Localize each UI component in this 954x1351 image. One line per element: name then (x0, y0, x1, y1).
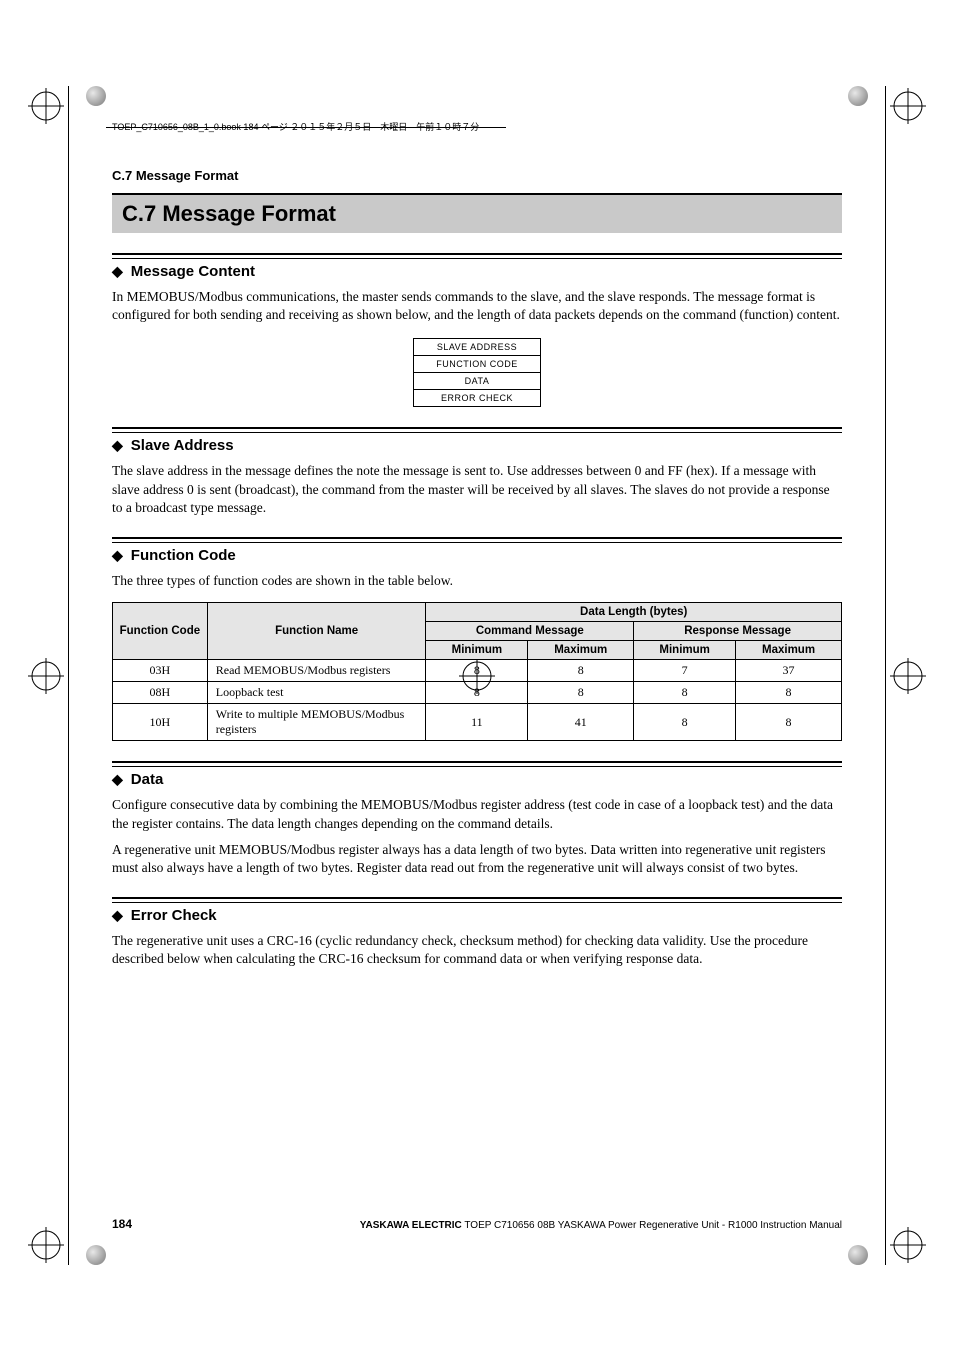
body-text: Configure consecutive data by combining … (112, 796, 842, 832)
cell-cmax: 8 (528, 660, 634, 682)
section-title: C.7 Message Format (112, 193, 842, 233)
subsection-data: ◆ Data Configure consecutive data by com… (112, 761, 842, 877)
crop-ball-icon (848, 1245, 868, 1265)
subsection-heading: ◆ Data (112, 771, 842, 788)
body-text: The slave address in the message defines… (112, 462, 842, 517)
cell-rmax: 8 (736, 704, 842, 741)
th-function-code: Function Code (113, 603, 208, 660)
message-format-table: SLAVE ADDRESS FUNCTION CODE DATA ERROR C… (413, 338, 541, 407)
table-row: 03H Read MEMOBUS/Modbus registers 8 8 7 … (113, 660, 842, 682)
footer-text: YASKAWA ELECTRIC TOEP C710656 08B YASKAW… (360, 1220, 842, 1231)
subsection-title: Data (131, 771, 164, 788)
cell-cmin: 8 (426, 682, 528, 704)
page-footer: 184 YASKAWA ELECTRIC TOEP C710656 08B YA… (112, 1217, 842, 1231)
th-minimum: Minimum (634, 641, 736, 660)
subsection-title: Error Check (131, 907, 217, 924)
subsection-function-code: ◆ Function Code The three types of funct… (112, 537, 842, 741)
crop-mark-icon (890, 88, 926, 124)
format-row: ERROR CHECK (414, 390, 541, 407)
diamond-icon: ◆ (112, 771, 123, 788)
cell-cmin: 8 (426, 660, 528, 682)
body-text: A regenerative unit MEMOBUS/Modbus regis… (112, 841, 842, 877)
subsection-title: Message Content (131, 263, 255, 280)
cell-name: Read MEMOBUS/Modbus registers (207, 660, 426, 682)
rule-divider (112, 537, 842, 543)
th-response-message: Response Message (634, 622, 842, 641)
body-text: The three types of function codes are sh… (112, 572, 842, 590)
cell-rmax: 37 (736, 660, 842, 682)
subsection-heading: ◆ Slave Address (112, 437, 842, 454)
rule-divider (112, 427, 842, 433)
diamond-icon: ◆ (112, 907, 123, 924)
crop-mark-icon (890, 658, 926, 694)
cell-cmin: 11 (426, 704, 528, 741)
cell-name: Write to multiple MEMOBUS/Modbus registe… (207, 704, 426, 741)
crop-mark-icon (28, 88, 64, 124)
footer-brand: YASKAWA ELECTRIC (360, 1220, 462, 1231)
crop-mark-icon (28, 1227, 64, 1263)
rule-divider (112, 897, 842, 903)
cell-cmax: 41 (528, 704, 634, 741)
th-minimum: Minimum (426, 641, 528, 660)
subsection-heading: ◆ Function Code (112, 547, 842, 564)
page-number: 184 (112, 1217, 132, 1231)
th-maximum: Maximum (736, 641, 842, 660)
cell-code: 10H (113, 704, 208, 741)
format-row: DATA (414, 373, 541, 390)
table-row: 10H Write to multiple MEMOBUS/Modbus reg… (113, 704, 842, 741)
rule-divider (112, 761, 842, 767)
trim-line (68, 86, 69, 1265)
table-row: 08H Loopback test 8 8 8 8 (113, 682, 842, 704)
subsection-title: Function Code (131, 547, 236, 564)
running-head: C.7 Message Format (112, 168, 842, 183)
cell-rmin: 7 (634, 660, 736, 682)
body-text: In MEMOBUS/Modbus communications, the ma… (112, 288, 842, 324)
format-row: FUNCTION CODE (414, 356, 541, 373)
cell-rmin: 8 (634, 682, 736, 704)
crop-ball-icon (848, 86, 868, 106)
crop-ball-icon (86, 86, 106, 106)
subsection-title: Slave Address (131, 437, 234, 454)
format-row: SLAVE ADDRESS (414, 339, 541, 356)
subsection-message-content: ◆ Message Content In MEMOBUS/Modbus comm… (112, 253, 842, 407)
cell-name: Loopback test (207, 682, 426, 704)
book-meta-header: TOEP_C710656_08B_1_0.book 184 ページ ２０１５年２… (112, 120, 479, 133)
th-function-name: Function Name (207, 603, 426, 660)
body-text: The regenerative unit uses a CRC-16 (cyc… (112, 932, 842, 968)
rule-divider (112, 253, 842, 259)
crop-ball-icon (86, 1245, 106, 1265)
trim-line (885, 86, 886, 1265)
cell-cmax: 8 (528, 682, 634, 704)
cell-rmax: 8 (736, 682, 842, 704)
diamond-icon: ◆ (112, 263, 123, 280)
th-command-message: Command Message (426, 622, 634, 641)
subsection-slave-address: ◆ Slave Address The slave address in the… (112, 427, 842, 517)
cell-code: 08H (113, 682, 208, 704)
cell-code: 03H (113, 660, 208, 682)
crop-mark-icon (890, 1227, 926, 1263)
th-data-length: Data Length (bytes) (426, 603, 842, 622)
subsection-heading: ◆ Message Content (112, 263, 842, 280)
subsection-heading: ◆ Error Check (112, 907, 842, 924)
diamond-icon: ◆ (112, 547, 123, 564)
diamond-icon: ◆ (112, 437, 123, 454)
cell-rmin: 8 (634, 704, 736, 741)
subsection-error-check: ◆ Error Check The regenerative unit uses… (112, 897, 842, 968)
function-code-table: Function Code Function Name Data Length … (112, 602, 842, 741)
th-maximum: Maximum (528, 641, 634, 660)
footer-desc: TOEP C710656 08B YASKAWA Power Regenerat… (462, 1220, 842, 1231)
crop-mark-icon (28, 658, 64, 694)
